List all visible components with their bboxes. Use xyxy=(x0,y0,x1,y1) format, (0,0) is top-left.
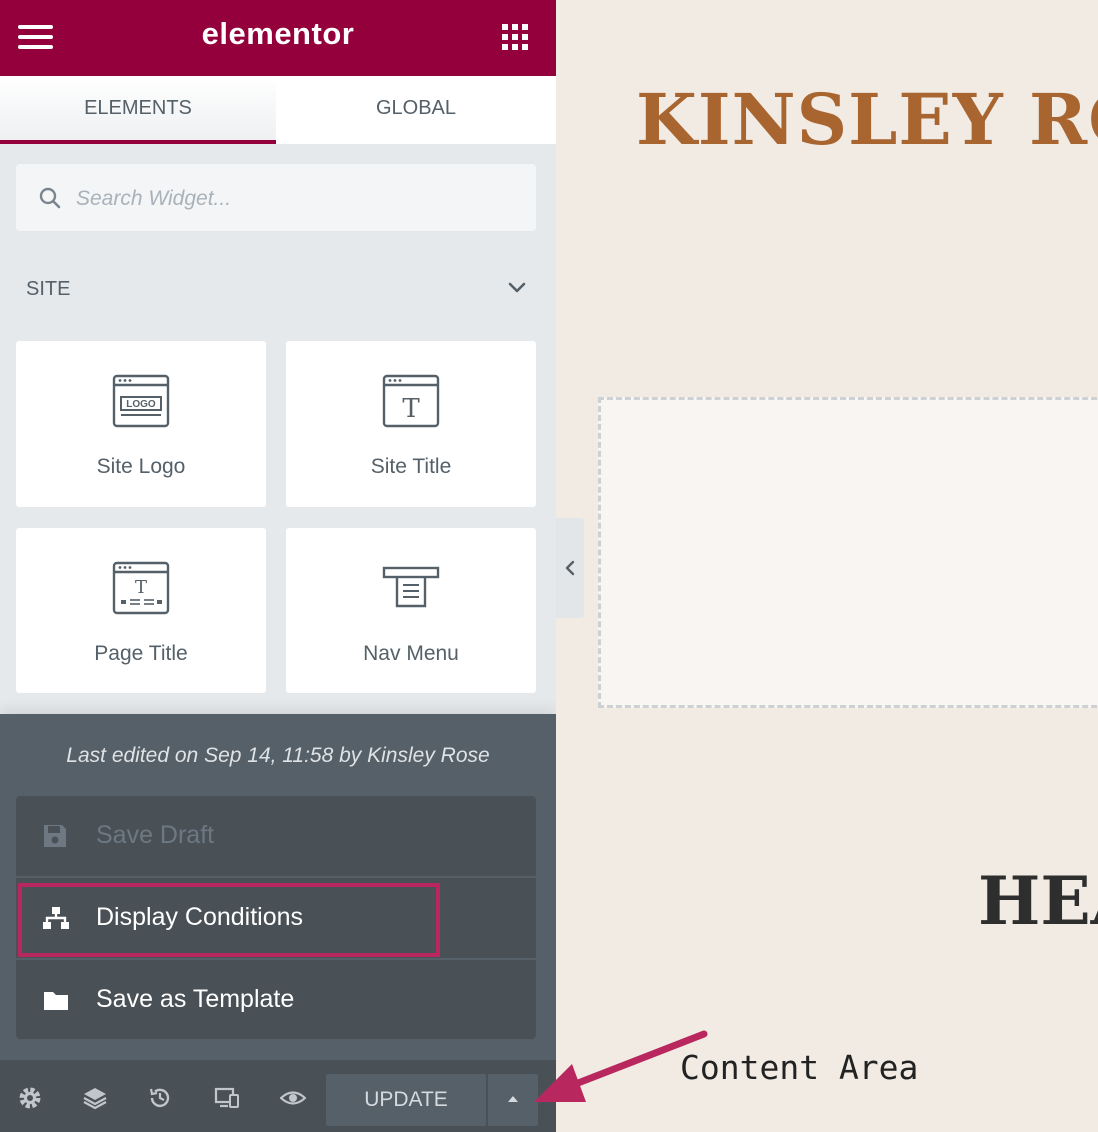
panel-collapse-toggle[interactable] xyxy=(556,518,584,618)
search-input[interactable] xyxy=(74,178,518,220)
history-icon[interactable] xyxy=(148,1086,172,1110)
chevron-left-icon xyxy=(565,560,575,576)
category-site[interactable]: SITE xyxy=(26,278,536,304)
last-edited-text: Last edited on Sep 14, 11:58 by Kinsley … xyxy=(66,744,490,767)
widget-site-title[interactable]: T Site Title xyxy=(286,341,536,507)
content-area: KINSLEY ROS HEA xyxy=(556,0,1098,1132)
chevron-down-icon xyxy=(508,282,526,293)
page-title-icon: T xyxy=(112,561,170,615)
content-area-annotation: Content Area xyxy=(680,1048,919,1087)
widget-label: Site Title xyxy=(370,455,452,478)
site-logo-icon: LOGO xyxy=(112,374,170,428)
nav-menu-icon xyxy=(382,566,440,608)
category-label: SITE xyxy=(26,278,71,300)
panel-header: elementor xyxy=(0,0,556,76)
grid-icon[interactable] xyxy=(502,24,530,52)
floppy-disk-icon xyxy=(44,825,66,847)
logo-icon-text: LOGO xyxy=(126,399,156,410)
preview-icon[interactable] xyxy=(280,1086,306,1110)
search-icon xyxy=(39,187,61,209)
panel-bottom-bar: UPDATE xyxy=(0,1060,556,1132)
widget-label: Nav Menu xyxy=(363,642,459,665)
caret-up-icon xyxy=(508,1096,518,1102)
display-conditions-highlight xyxy=(18,883,440,957)
panel-tabs: ELEMENTS GLOBAL xyxy=(0,76,556,144)
widget-site-logo[interactable]: LOGO Site Logo xyxy=(16,341,266,507)
folder-icon xyxy=(44,992,68,1010)
site-title-icon: T xyxy=(382,374,440,428)
save-as-template-label: Save as Template xyxy=(96,985,295,1013)
save-as-template-item[interactable]: Save as Template xyxy=(16,960,536,1040)
elementor-logo: elementor xyxy=(201,16,355,51)
tab-global[interactable]: GLOBAL xyxy=(276,76,556,144)
page-title-icon-text: T xyxy=(135,577,147,598)
layers-icon[interactable] xyxy=(82,1086,108,1110)
heading-text: HEA xyxy=(978,862,1098,940)
widget-label: Page Title xyxy=(94,642,188,665)
widget-nav-menu[interactable]: Nav Menu xyxy=(286,528,536,693)
settings-icon[interactable] xyxy=(18,1086,42,1110)
responsive-icon[interactable] xyxy=(214,1086,240,1110)
widget-label: Site Logo xyxy=(96,455,186,478)
editor-panel: elementor ELEMENTS GLOBAL SITE LOGO xyxy=(0,0,556,1132)
update-button[interactable]: UPDATE xyxy=(326,1074,486,1126)
search-widget-box xyxy=(16,164,536,231)
tab-elements[interactable]: ELEMENTS xyxy=(0,76,276,144)
save-draft-label: Save Draft xyxy=(96,821,215,849)
site-title-text: KINSLEY ROS xyxy=(636,78,1098,161)
empty-section-dropzone[interactable] xyxy=(598,397,1098,708)
widget-page-title[interactable]: T Page Title xyxy=(16,528,266,693)
save-draft-item[interactable]: Save Draft xyxy=(16,796,536,876)
title-icon-text: T xyxy=(402,394,420,424)
